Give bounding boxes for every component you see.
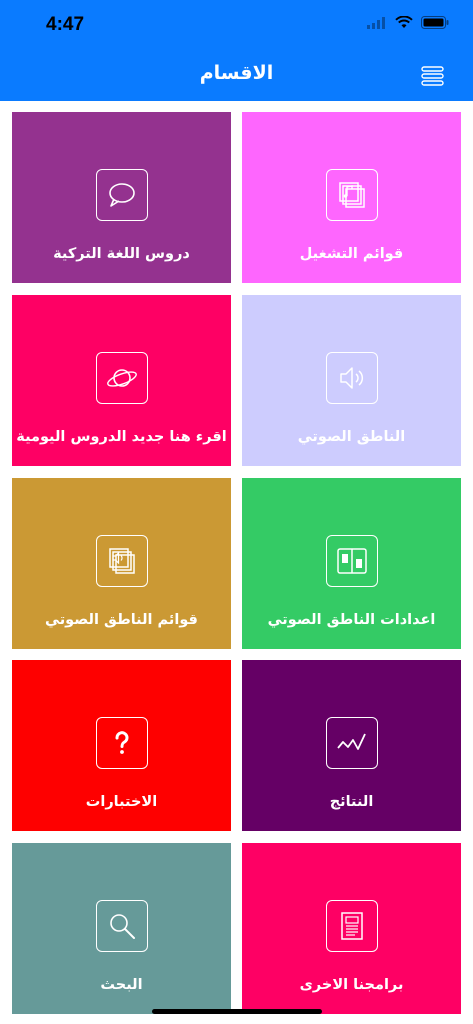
tile-voice-playlists[interactable]: قوائم الناطق الصوتي <box>12 478 231 649</box>
tile-label: قوائم الناطق الصوتي <box>45 612 198 628</box>
tile-icon-frame <box>96 535 148 587</box>
tile-other-apps[interactable]: برامجنا الاخرى <box>242 843 461 1014</box>
search-icon <box>110 914 135 939</box>
tile-label: اعدادات الناطق الصوتي <box>267 612 436 628</box>
tile-icon-frame <box>326 717 378 769</box>
tile-label: اقرء هنا جديد الدروس اليومية <box>16 429 227 445</box>
speaker-icon <box>340 367 364 389</box>
tile-label: برامجنا الاخرى <box>299 977 404 993</box>
tile-voice-settings[interactable]: اعدادات الناطق الصوتي <box>242 478 461 649</box>
tile-icon-frame <box>96 352 148 404</box>
status-bar: 4:47 <box>0 0 473 50</box>
battery-icon <box>421 16 449 29</box>
audio-playlist-icon <box>109 548 135 574</box>
tile-label: الناطق الصوتي <box>297 429 406 445</box>
tile-label: الاختبارات <box>85 794 158 810</box>
tile-daily-lessons[interactable]: اقرء هنا جديد الدروس اليومية <box>12 295 231 466</box>
status-icons <box>367 16 449 29</box>
tile-label: قوائم التشغيل <box>299 246 404 262</box>
signal-icon <box>367 16 385 29</box>
tile-icon-frame <box>326 352 378 404</box>
tile-label: البحث <box>100 977 143 993</box>
tile-icon-frame <box>326 535 378 587</box>
wifi-icon <box>395 16 413 28</box>
tile-icon-frame <box>96 169 148 221</box>
home-indicator[interactable] <box>152 1009 322 1014</box>
hamburger-icon <box>421 66 444 86</box>
planet-icon <box>107 369 137 387</box>
tile-turkish-lessons[interactable]: دروس اللغة التركية <box>12 112 231 283</box>
nav-bar: الاقسام <box>0 50 473 101</box>
tile-label: دروس اللغة التركية <box>53 246 190 262</box>
chart-line-icon <box>337 733 366 750</box>
chat-bubble-icon <box>109 183 135 207</box>
status-time: 4:47 <box>46 14 85 35</box>
document-icon <box>341 912 363 940</box>
tile-icon-frame <box>326 900 378 952</box>
tile-label: النتائج <box>329 794 374 810</box>
tile-voice-speaker[interactable]: الناطق الصوتي <box>242 295 461 466</box>
music-playlist-icon <box>339 182 365 208</box>
tile-search[interactable]: البحث <box>12 843 231 1014</box>
menu-button[interactable] <box>420 64 446 88</box>
tile-playlists[interactable]: قوائم التشغيل <box>242 112 461 283</box>
question-mark-icon <box>115 731 129 754</box>
tile-icon-frame <box>96 717 148 769</box>
settings-panel-icon <box>337 548 367 574</box>
tile-icon-frame <box>326 169 378 221</box>
tile-icon-frame <box>96 900 148 952</box>
tile-results[interactable]: النتائج <box>242 660 461 831</box>
tile-tests[interactable]: الاختبارات <box>12 660 231 831</box>
page-title: الاقسام <box>199 62 274 84</box>
